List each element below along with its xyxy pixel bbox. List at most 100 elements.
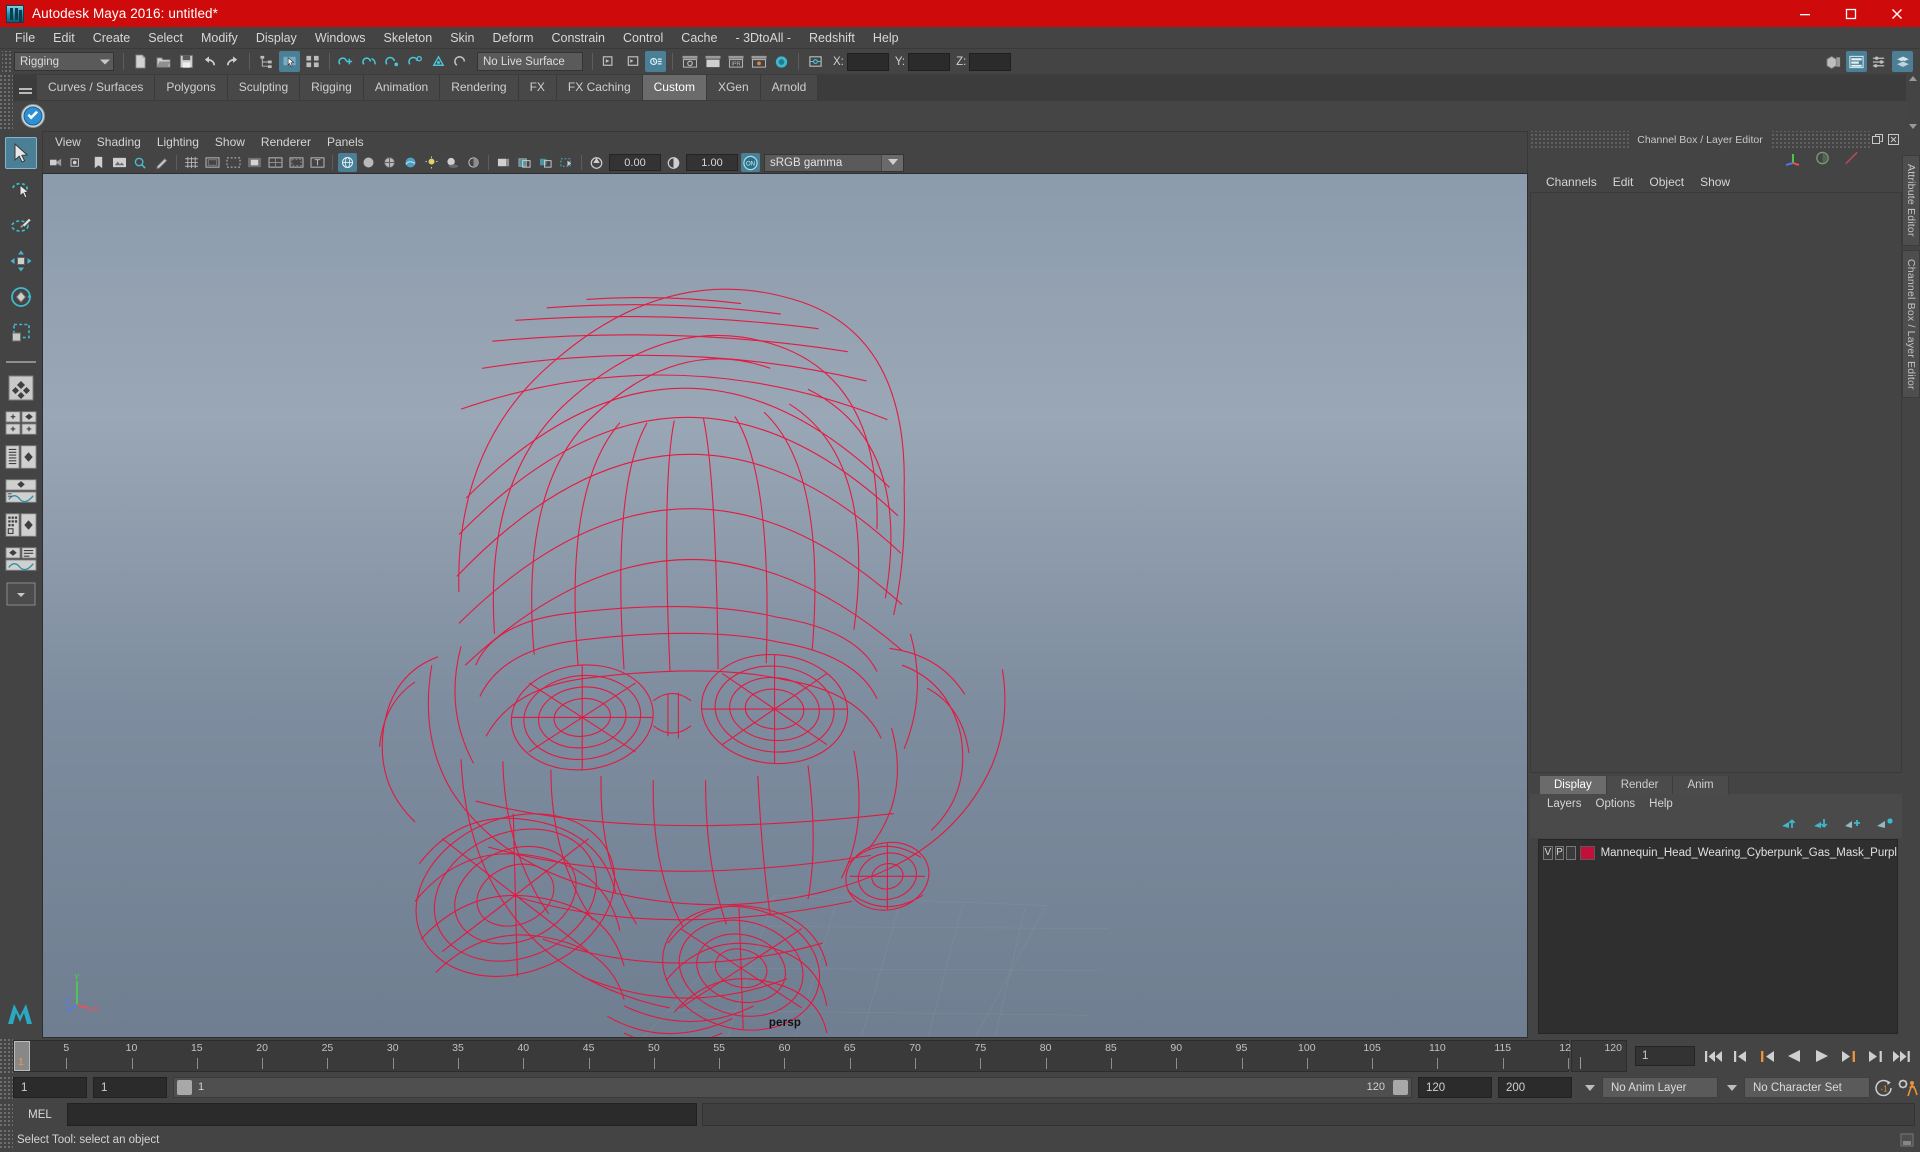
live-surface-field[interactable]: No Live Surface xyxy=(477,52,583,71)
bookmark-icon[interactable] xyxy=(89,153,108,172)
open-render-view-icon[interactable] xyxy=(599,51,620,72)
safe-action-icon[interactable] xyxy=(287,153,306,172)
anim-layer-dropdown-icon[interactable] xyxy=(1585,1084,1595,1091)
play-backwards-icon[interactable] xyxy=(1782,1045,1806,1067)
move-layer-down-icon[interactable] xyxy=(1812,817,1830,835)
range-end-field[interactable]: 120 xyxy=(1418,1077,1492,1098)
new-layer-icon[interactable] xyxy=(1844,817,1862,835)
motion-blur-icon[interactable] xyxy=(494,153,513,172)
3dtoall-shelf-icon[interactable] xyxy=(16,101,50,131)
hypershade-icon[interactable] xyxy=(771,51,792,72)
step-back-key-icon[interactable] xyxy=(1755,1045,1779,1067)
animation-preferences-icon[interactable] xyxy=(1896,1077,1920,1099)
rotate-tool[interactable] xyxy=(5,281,37,313)
field-chart-icon[interactable] xyxy=(266,153,285,172)
viewport-menu-show[interactable]: Show xyxy=(207,134,253,150)
time-slider-end-field[interactable]: 120 xyxy=(1571,1040,1627,1072)
viewport-menu-view[interactable]: View xyxy=(47,134,89,150)
new-scene-icon[interactable] xyxy=(130,51,151,72)
render-current-frame-icon[interactable] xyxy=(622,51,643,72)
minimize-icon[interactable] xyxy=(1782,0,1828,27)
le-menu-options[interactable]: Options xyxy=(1589,797,1643,811)
range-slider-start-handle[interactable] xyxy=(177,1080,192,1095)
shelf-grip[interactable] xyxy=(0,74,13,131)
tab-render[interactable]: Render xyxy=(1606,776,1674,794)
exposure-field[interactable]: 0.00 xyxy=(609,154,661,171)
move-tool[interactable] xyxy=(5,245,37,277)
command-line-grip[interactable] xyxy=(0,1103,13,1126)
layout-persp-graph-outliner[interactable] xyxy=(5,544,37,574)
gamma-field[interactable]: 1.00 xyxy=(686,154,738,171)
vtab-attribute-editor[interactable]: Attribute Editor xyxy=(1902,155,1920,246)
menu-3dtoall[interactable]: - 3DtoAll - xyxy=(726,28,800,48)
layout-single-perspective[interactable] xyxy=(5,372,37,404)
auto-key-icon[interactable]: -1 xyxy=(1872,1077,1896,1099)
shelf-tab-custom[interactable]: Custom xyxy=(642,75,707,100)
viewport-menu-panels[interactable]: Panels xyxy=(319,134,372,150)
shelf-tab-fx-caching[interactable]: FX Caching xyxy=(556,75,643,100)
layout-more-dropdown[interactable] xyxy=(5,578,37,610)
select-by-component-icon[interactable] xyxy=(302,51,323,72)
render-region-settings-icon[interactable] xyxy=(748,51,769,72)
shelf-tab-arnold[interactable]: Arnold xyxy=(760,75,819,100)
textured-icon[interactable] xyxy=(401,153,420,172)
layer-list[interactable]: V P Mannequin_Head_Wearing_Cyberpunk_Gas… xyxy=(1538,839,1898,1034)
layer-playback-toggle[interactable]: P xyxy=(1554,845,1565,860)
vtab-channel-box-layer-editor[interactable]: Channel Box / Layer Editor xyxy=(1902,249,1920,399)
tab-display[interactable]: Display xyxy=(1540,776,1607,794)
layer-color-swatch[interactable] xyxy=(1580,845,1595,860)
shelf-menu-icon[interactable] xyxy=(13,78,37,100)
character-set-dropdown-icon[interactable] xyxy=(1727,1084,1737,1091)
cb-menu-channels[interactable]: Channels xyxy=(1538,174,1605,190)
command-language-button[interactable]: MEL xyxy=(13,1103,67,1126)
scale-tool[interactable] xyxy=(5,317,37,349)
render-settings-icon[interactable] xyxy=(702,51,723,72)
shelf-tab-animation[interactable]: Animation xyxy=(363,75,441,100)
xray-icon[interactable] xyxy=(515,153,534,172)
maximize-icon[interactable] xyxy=(1828,0,1874,27)
coord-y-field[interactable] xyxy=(908,52,951,71)
channel-box-content[interactable] xyxy=(1530,192,1902,773)
menu-set-selector[interactable]: Rigging xyxy=(14,52,114,71)
shelf-scroll-up-icon[interactable] xyxy=(1909,76,1917,81)
menu-control[interactable]: Control xyxy=(614,28,672,48)
lasso-select-tool[interactable] xyxy=(5,173,37,205)
gate-mask-icon[interactable] xyxy=(245,153,264,172)
layer-shading-toggle[interactable] xyxy=(1566,845,1577,860)
cb-menu-edit[interactable]: Edit xyxy=(1605,174,1642,190)
menu-cache[interactable]: Cache xyxy=(672,28,726,48)
gamma-reset-icon[interactable] xyxy=(664,153,683,172)
cb-menu-show[interactable]: Show xyxy=(1692,174,1738,190)
deformer-icon[interactable] xyxy=(1843,150,1860,171)
shaded-wireframe-icon[interactable] xyxy=(380,153,399,172)
shadows-icon[interactable] xyxy=(443,153,462,172)
menu-modify[interactable]: Modify xyxy=(192,28,247,48)
coord-x-field[interactable] xyxy=(846,52,889,71)
step-forward-key-icon[interactable] xyxy=(1836,1045,1860,1067)
menu-redshift[interactable]: Redshift xyxy=(800,28,864,48)
perspective-viewport[interactable]: Y Z X persp xyxy=(42,173,1528,1038)
show-hide-tool-settings-icon[interactable] xyxy=(1869,51,1890,72)
animation-start-field[interactable]: 1 xyxy=(13,1077,87,1098)
shelf-tab-sculpting[interactable]: Sculpting xyxy=(227,75,301,100)
render-sequence-icon[interactable] xyxy=(679,51,700,72)
safe-title-icon[interactable] xyxy=(308,153,327,172)
grease-pencil-icon[interactable] xyxy=(152,153,171,172)
snap-to-grid-icon[interactable] xyxy=(336,51,357,72)
menu-display[interactable]: Display xyxy=(247,28,306,48)
menu-create[interactable]: Create xyxy=(84,28,140,48)
time-slider-track[interactable]: 1 5 10 15 20 25 30 35 40 45 50 55 60 65 70 75 80 85 90 95 1… xyxy=(13,1040,1577,1072)
film-gate-icon[interactable] xyxy=(203,153,222,172)
menu-windows[interactable]: Windows xyxy=(306,28,375,48)
menu-constrain[interactable]: Constrain xyxy=(543,28,615,48)
grid-toggle-icon[interactable] xyxy=(182,153,201,172)
layout-four-view[interactable] xyxy=(5,408,37,438)
two-d-pan-zoom-icon[interactable] xyxy=(131,153,150,172)
menu-skeleton[interactable]: Skeleton xyxy=(375,28,442,48)
smooth-shade-icon[interactable] xyxy=(359,153,378,172)
isolate-select-icon[interactable] xyxy=(557,153,576,172)
menu-deform[interactable]: Deform xyxy=(484,28,543,48)
layer-row[interactable]: V P Mannequin_Head_Wearing_Cyberpunk_Gas… xyxy=(1539,843,1897,862)
exposure-reset-icon[interactable] xyxy=(587,153,606,172)
coord-z-field[interactable] xyxy=(969,52,1012,71)
